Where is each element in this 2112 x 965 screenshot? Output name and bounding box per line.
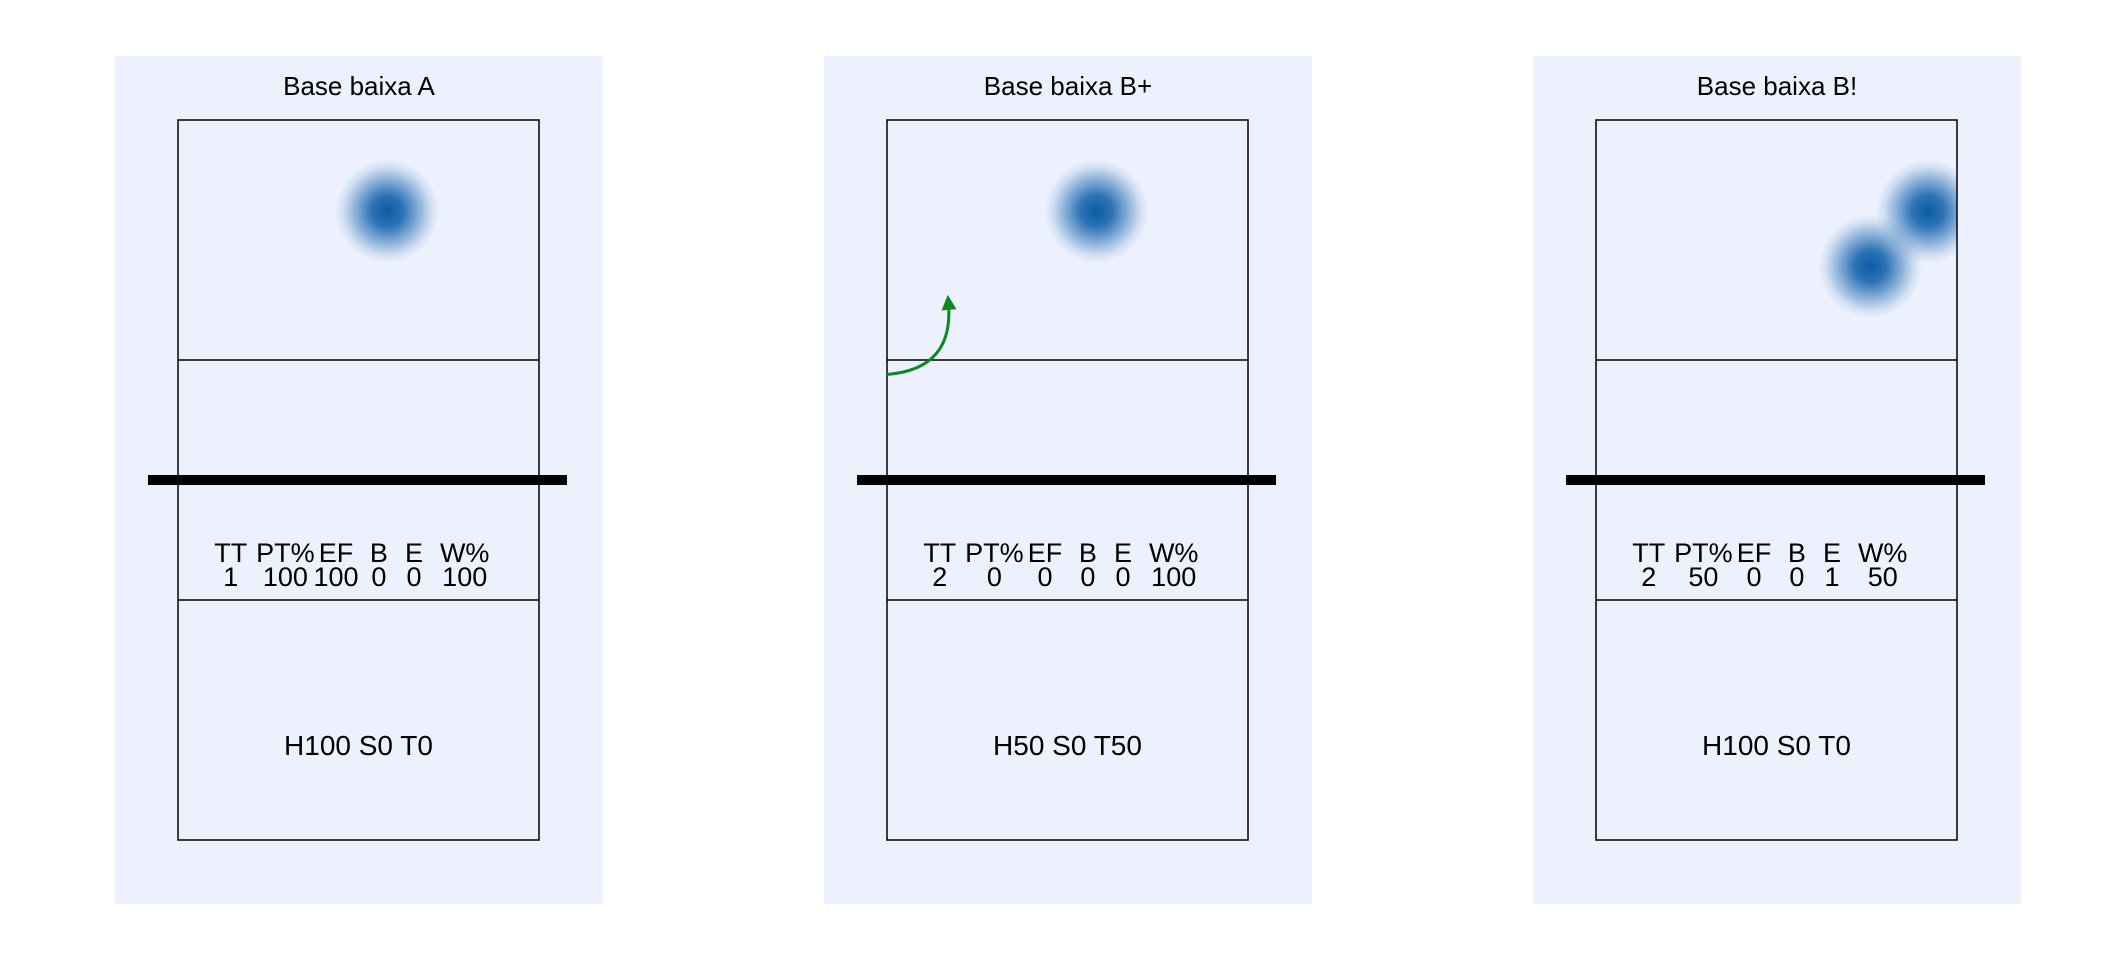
- panel-footer: H50 S0 T50: [993, 730, 1142, 761]
- panel-title: Base baixa B!: [1697, 71, 1857, 101]
- stat-value-tt: 2: [932, 562, 947, 592]
- stat-value-w-pct: 50: [1868, 562, 1898, 592]
- court-panel-3: Base baixa B!TT2PT%50EF0B0E1W%50H100 S0 …: [1533, 56, 2021, 904]
- panel-footer: H100 S0 T0: [1702, 730, 1851, 761]
- court-panel-1: Base baixa ATT1PT%100EF100B0E0W%100H100 …: [115, 56, 603, 904]
- stat-value-w-pct: 100: [1151, 562, 1196, 592]
- heat-hotspot: [335, 159, 440, 264]
- stat-value-e: 0: [1116, 562, 1131, 592]
- stat-value-tt: 2: [1641, 562, 1656, 592]
- stat-value-w-pct: 100: [442, 562, 487, 592]
- court-charts-svg: Base baixa ATT1PT%100EF100B0E0W%100H100 …: [115, 56, 2021, 904]
- stat-value-b: 0: [1789, 562, 1804, 592]
- heatmap-layer: [1044, 159, 1149, 264]
- stat-value-ef: 0: [1747, 562, 1762, 592]
- stat-value-ef: 100: [314, 562, 359, 592]
- heat-hotspot: [1818, 214, 1923, 319]
- heat-hotspot: [1044, 159, 1149, 264]
- stat-value-b: 0: [1080, 562, 1095, 592]
- court-panel-2: Base baixa B+TT2PT%0EF0B0E0W%100H50 S0 T…: [824, 56, 1312, 904]
- stat-value-ef: 0: [1038, 562, 1053, 592]
- stat-value-pt-pct: 100: [263, 562, 308, 592]
- panel-footer: H100 S0 T0: [284, 730, 433, 761]
- panel-title: Base baixa A: [283, 71, 435, 101]
- stat-value-pt-pct: 50: [1688, 562, 1718, 592]
- stat-value-b: 0: [371, 562, 386, 592]
- stat-value-pt-pct: 0: [987, 562, 1002, 592]
- heatmap-layer: [335, 159, 440, 264]
- panel-title: Base baixa B+: [984, 71, 1152, 101]
- stat-value-e: 0: [407, 562, 422, 592]
- stat-value-e: 1: [1825, 562, 1840, 592]
- chart-figure: Base baixa A TT 1 PT% 100 EF 100 B 0 E 0 W% 100 H100 …: [0, 0, 2112, 960]
- stat-value-tt: 1: [223, 562, 238, 592]
